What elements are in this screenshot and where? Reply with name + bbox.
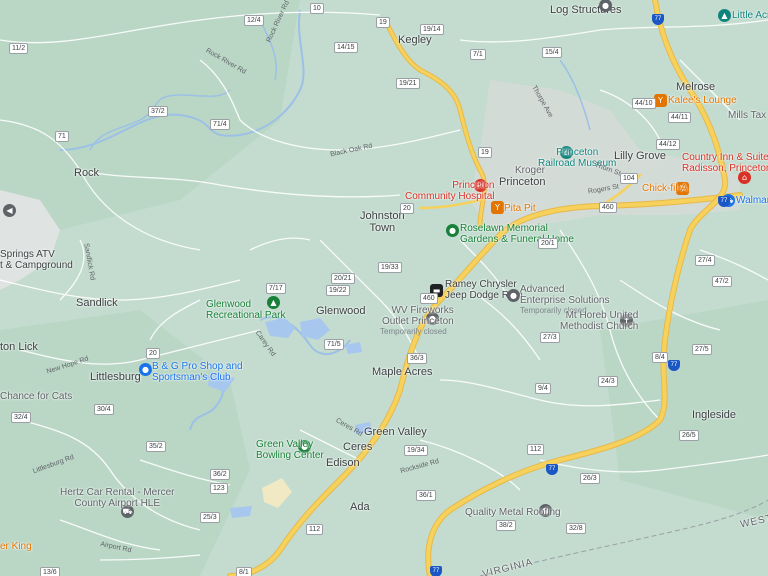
place-glenwood: Glenwood bbox=[316, 305, 366, 317]
route-shield: 460 bbox=[599, 202, 617, 213]
poi-glenwood-park[interactable]: Glenwood Recreational Park bbox=[206, 299, 285, 321]
poi-kalees-lounge[interactable]: Kalee's Lounge bbox=[668, 95, 737, 106]
route-shield: 8/4 bbox=[652, 352, 668, 363]
poi-mills-tax[interactable]: Mills Tax Serv bbox=[728, 110, 768, 121]
route-shield: 24/3 bbox=[598, 376, 618, 387]
place-ceres: Ceres bbox=[343, 441, 373, 453]
route-shield: 27/5 bbox=[692, 344, 712, 355]
route-shield: 32/8 bbox=[566, 523, 586, 534]
route-shield: 19 bbox=[478, 147, 492, 158]
route-shield: 10 bbox=[310, 3, 324, 14]
route-shield: 460 bbox=[420, 293, 438, 304]
poi-hertz[interactable]: Hertz Car Rental - Mercer County Airport… bbox=[60, 487, 174, 509]
place-lilly-grove: Lilly Grove bbox=[614, 150, 666, 162]
poi-wv-fireworks[interactable]: WV Fireworks Outlet Princeton bbox=[382, 305, 454, 327]
route-shield: 9/4 bbox=[535, 383, 551, 394]
route-shield: 44/10 bbox=[632, 98, 656, 109]
route-shield: 47/2 bbox=[712, 276, 732, 287]
business-pin-icon[interactable]: ● bbox=[507, 289, 520, 302]
place-little-acre[interactable]: Little Acre R bbox=[732, 10, 768, 21]
bar-pin-icon[interactable]: Y bbox=[654, 94, 667, 107]
route-shield: 27/3 bbox=[540, 332, 560, 343]
poi-burger-king[interactable]: er King bbox=[0, 541, 32, 552]
route-shield: 44/11 bbox=[668, 112, 691, 123]
route-shield: 112 bbox=[306, 524, 324, 535]
route-shield: 27/4 bbox=[695, 255, 715, 266]
route-shield: 35/2 bbox=[146, 441, 166, 452]
poi-pita-pit[interactable]: Pita Pit bbox=[504, 203, 536, 214]
nav-pin-icon[interactable]: ◀ bbox=[3, 204, 16, 217]
route-shield: 13/6 bbox=[40, 567, 60, 576]
route-shield: 25/3 bbox=[200, 512, 220, 523]
route-shield: 37/2 bbox=[148, 106, 168, 117]
place-ingleside: Ingleside bbox=[692, 409, 737, 421]
route-shield: 44/12 bbox=[656, 139, 680, 150]
route-shield: 30/4 bbox=[94, 404, 114, 415]
poi-advanced-enterprise[interactable]: Advanced Enterprise Solutions bbox=[520, 284, 610, 306]
route-shield: 19/21 bbox=[396, 78, 420, 89]
interstate-shield: 77 bbox=[430, 566, 442, 576]
route-shield: 19/33 bbox=[378, 262, 402, 273]
poi-springs-atv[interactable]: Springs ATV t & Campground bbox=[0, 249, 73, 271]
map-canvas[interactable]: Log Structures Little Acre R Kegley Melr… bbox=[0, 0, 768, 576]
place-princeton: Princeton bbox=[499, 176, 546, 188]
poi-mt-horeb[interactable]: Mt Horeb United Methodist Church bbox=[560, 310, 638, 332]
route-shield: 19/34 bbox=[404, 445, 428, 456]
poi-kroger[interactable]: Kroger bbox=[515, 165, 545, 176]
route-shield: 7/17 bbox=[266, 283, 286, 294]
route-shield: 123 bbox=[210, 483, 228, 494]
poi-walmart[interactable]: Walmart S bbox=[736, 195, 768, 206]
place-melrose: Melrose bbox=[676, 81, 716, 93]
route-shield: 20/1 bbox=[538, 238, 558, 249]
place-green-valley: Green Valley bbox=[364, 426, 427, 438]
place-lick: ton Lick bbox=[0, 341, 38, 353]
place-rock: Rock bbox=[74, 167, 100, 179]
place-johnston-town: Johnston Town bbox=[360, 210, 405, 235]
route-shield: 112 bbox=[527, 444, 545, 455]
route-shield: 8/1 bbox=[236, 567, 252, 576]
route-shield: 20/21 bbox=[331, 273, 355, 284]
route-shield: 19/22 bbox=[326, 285, 350, 296]
place-littlesburg: Littlesburg bbox=[90, 371, 141, 383]
route-shield: 19/14 bbox=[420, 24, 444, 35]
route-shield: 19 bbox=[376, 17, 390, 28]
route-shield: 36/1 bbox=[416, 490, 436, 501]
route-shield: 14/15 bbox=[334, 42, 358, 53]
cemetery-pin-icon[interactable]: ● bbox=[446, 224, 459, 237]
poi-green-valley-bowling[interactable]: Green Valley Bowling Center bbox=[256, 439, 324, 461]
place-edison: Edison bbox=[326, 457, 360, 469]
place-ada: Ada bbox=[350, 501, 370, 513]
route-shield: 36/3 bbox=[407, 353, 427, 364]
poi-princeton-community-hospital[interactable]: Princeton Community Hospital bbox=[405, 180, 494, 202]
restaurant-pin-icon[interactable]: Y bbox=[491, 201, 504, 214]
route-shield: 20 bbox=[400, 203, 414, 214]
place-kegley: Kegley bbox=[398, 34, 432, 46]
poi-quality-metal[interactable]: Quality Metal Roofing bbox=[465, 507, 561, 518]
store-pin-icon[interactable]: ● bbox=[139, 363, 152, 376]
poi-chick-fil-a[interactable]: Chick-fil-A bbox=[642, 183, 688, 194]
place-maple-acres: Maple Acres bbox=[372, 366, 433, 378]
route-shield: 32/4 bbox=[11, 412, 31, 423]
route-shield: 38/2 bbox=[496, 520, 516, 531]
place-sandlick: Sandlick bbox=[76, 297, 118, 309]
route-shield: 15/4 bbox=[542, 47, 562, 58]
poi-country-inn[interactable]: Country Inn & Suites by Radisson, Prince… bbox=[682, 152, 768, 174]
route-shield: 71/5 bbox=[324, 339, 344, 350]
route-shield: 71 bbox=[55, 131, 69, 142]
park-pin-icon[interactable]: ▲ bbox=[718, 9, 731, 22]
route-shield: 7/1 bbox=[470, 49, 486, 60]
route-shield: 12/4 bbox=[244, 15, 264, 26]
route-shield: 71/4 bbox=[210, 119, 230, 130]
route-shield: 20 bbox=[146, 348, 160, 359]
route-shield: 104 bbox=[620, 173, 638, 184]
route-shield: 36/2 bbox=[210, 469, 230, 480]
route-shield: 11/2 bbox=[9, 43, 29, 54]
poi-second-chance[interactable]: Chance for Cats bbox=[0, 391, 72, 402]
poi-wv-fireworks-status: Temporarily closed bbox=[380, 327, 447, 336]
route-shield: 26/5 bbox=[679, 430, 699, 441]
route-shield: 26/3 bbox=[580, 473, 600, 484]
poi-bg-pro-shop[interactable]: B & G Pro Shop and Sportsman's Club bbox=[152, 361, 243, 383]
